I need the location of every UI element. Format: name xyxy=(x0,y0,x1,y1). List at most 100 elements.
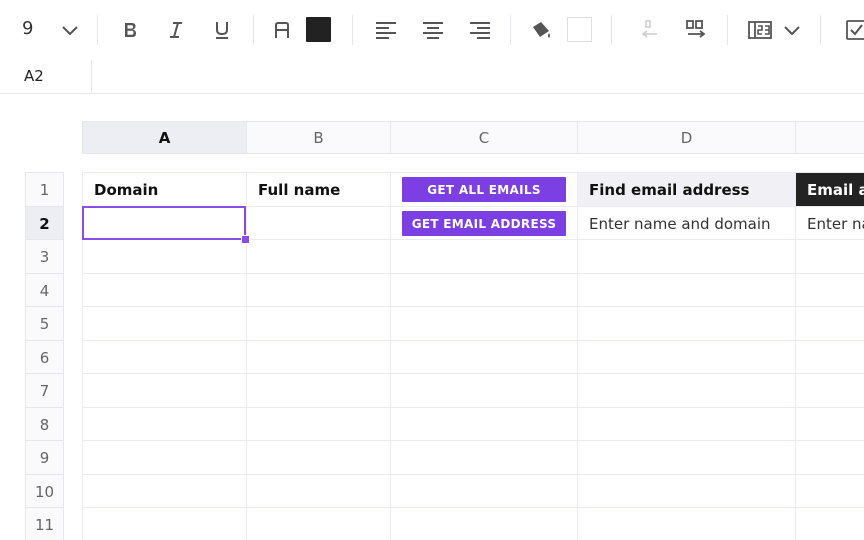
cell-d11[interactable] xyxy=(577,507,795,540)
formula-bar: A2 xyxy=(0,60,864,94)
fill-handle[interactable] xyxy=(241,235,250,244)
column-header-d[interactable]: D xyxy=(577,121,795,154)
cell-a2[interactable] xyxy=(82,206,246,240)
cell-b8[interactable] xyxy=(246,407,390,441)
row-header-1[interactable]: 1 xyxy=(25,172,64,206)
align-right-icon[interactable] xyxy=(466,14,494,46)
column-header-a[interactable]: A xyxy=(82,121,246,154)
cell-b11[interactable] xyxy=(246,507,390,540)
fill-color-swatch[interactable] xyxy=(567,17,592,42)
cell-b5[interactable] xyxy=(246,306,390,340)
chevron-down-icon[interactable] xyxy=(58,14,82,46)
toolbar-separator xyxy=(611,15,612,45)
cell-c3[interactable] xyxy=(390,239,577,273)
cell-e8[interactable] xyxy=(795,407,864,441)
cell-d8[interactable] xyxy=(577,407,795,441)
cell-b10[interactable] xyxy=(246,474,390,508)
cell-reference[interactable]: A2 xyxy=(24,67,44,85)
cell-b6[interactable] xyxy=(246,340,390,374)
cell-e9[interactable] xyxy=(795,440,864,474)
cell-d2[interactable]: Enter name and domain xyxy=(577,206,795,240)
cell-d4[interactable] xyxy=(577,273,795,307)
cell-d1[interactable]: Find email address xyxy=(577,172,795,206)
row-header-3[interactable]: 3 xyxy=(25,239,64,273)
cell-c1[interactable]: GET ALL EMAILS xyxy=(390,172,577,206)
checkbox-icon[interactable] xyxy=(842,14,864,46)
toolbar: 9 xyxy=(0,0,864,61)
cell-a9[interactable] xyxy=(82,440,246,474)
cell-a4[interactable] xyxy=(82,273,246,307)
toolbar-separator xyxy=(253,15,254,45)
get-email-address-button[interactable]: GET EMAIL ADDRESS xyxy=(402,211,566,236)
cell-d3[interactable] xyxy=(577,239,795,273)
fill-color-icon[interactable] xyxy=(527,14,555,46)
cell-d10[interactable] xyxy=(577,474,795,508)
row-header-7[interactable]: 7 xyxy=(25,373,64,407)
text-color-icon[interactable] xyxy=(268,14,296,46)
cell-e6[interactable] xyxy=(795,340,864,374)
italic-icon[interactable] xyxy=(162,14,190,46)
number-format-icon[interactable] xyxy=(745,14,775,46)
cell-a10[interactable] xyxy=(82,474,246,508)
bold-icon[interactable] xyxy=(116,14,144,46)
cell-e5[interactable] xyxy=(795,306,864,340)
cell-c9[interactable] xyxy=(390,440,577,474)
cell-c11[interactable] xyxy=(390,507,577,540)
cell-b3[interactable] xyxy=(246,239,390,273)
cell-a3[interactable] xyxy=(82,239,246,273)
cell-b7[interactable] xyxy=(246,373,390,407)
cell-e4[interactable] xyxy=(795,273,864,307)
font-size-value[interactable]: 9 xyxy=(22,18,33,39)
cell-a7[interactable] xyxy=(82,373,246,407)
cell-b1[interactable]: Full name xyxy=(246,172,390,206)
cell-b4[interactable] xyxy=(246,273,390,307)
toolbar-separator xyxy=(727,15,728,45)
row-header-8[interactable]: 8 xyxy=(25,407,64,441)
formula-divider xyxy=(91,60,92,93)
cell-a8[interactable] xyxy=(82,407,246,441)
cell-a6[interactable] xyxy=(82,340,246,374)
column-header-b[interactable]: B xyxy=(246,121,390,154)
cell-c4[interactable] xyxy=(390,273,577,307)
row-header-2[interactable]: 2 xyxy=(25,206,64,240)
spreadsheet-grid: A B C D 1 2 3 4 5 6 7 8 9 10 11 Domain F… xyxy=(0,93,864,540)
cell-e3[interactable] xyxy=(795,239,864,273)
align-left-icon[interactable] xyxy=(372,14,400,46)
cell-c6[interactable] xyxy=(390,340,577,374)
cell-a11[interactable] xyxy=(82,507,246,540)
align-center-icon[interactable] xyxy=(419,14,447,46)
cell-e7[interactable] xyxy=(795,373,864,407)
cell-d9[interactable] xyxy=(577,440,795,474)
merge-icon[interactable] xyxy=(682,14,710,46)
cell-c8[interactable] xyxy=(390,407,577,441)
get-all-emails-button[interactable]: GET ALL EMAILS xyxy=(402,177,566,202)
column-header-c[interactable]: C xyxy=(390,121,577,154)
cell-d7[interactable] xyxy=(577,373,795,407)
unmerge-icon[interactable] xyxy=(636,14,664,46)
row-header-9[interactable]: 9 xyxy=(25,440,64,474)
cell-e1[interactable]: Email a xyxy=(795,172,864,206)
cell-c7[interactable] xyxy=(390,373,577,407)
cell-e11[interactable] xyxy=(795,507,864,540)
row-header-5[interactable]: 5 xyxy=(25,306,64,340)
toolbar-separator xyxy=(97,15,98,45)
cell-c5[interactable] xyxy=(390,306,577,340)
cell-e10[interactable] xyxy=(795,474,864,508)
cell-c2[interactable]: GET EMAIL ADDRESS xyxy=(390,206,577,240)
cell-b9[interactable] xyxy=(246,440,390,474)
row-header-10[interactable]: 10 xyxy=(25,474,64,508)
row-header-11[interactable]: 11 xyxy=(25,507,64,540)
cell-d5[interactable] xyxy=(577,306,795,340)
cell-a5[interactable] xyxy=(82,306,246,340)
cell-a1[interactable]: Domain xyxy=(82,172,246,206)
column-header-e[interactable] xyxy=(795,121,864,154)
cell-c10[interactable] xyxy=(390,474,577,508)
cell-e2[interactable]: Enter na xyxy=(795,206,864,240)
chevron-down-icon[interactable] xyxy=(780,14,804,46)
row-header-4[interactable]: 4 xyxy=(25,273,64,307)
underline-icon[interactable] xyxy=(208,14,236,46)
cell-d6[interactable] xyxy=(577,340,795,374)
text-color-swatch[interactable] xyxy=(306,17,331,42)
row-header-6[interactable]: 6 xyxy=(25,340,64,374)
cell-b2[interactable] xyxy=(246,206,390,240)
